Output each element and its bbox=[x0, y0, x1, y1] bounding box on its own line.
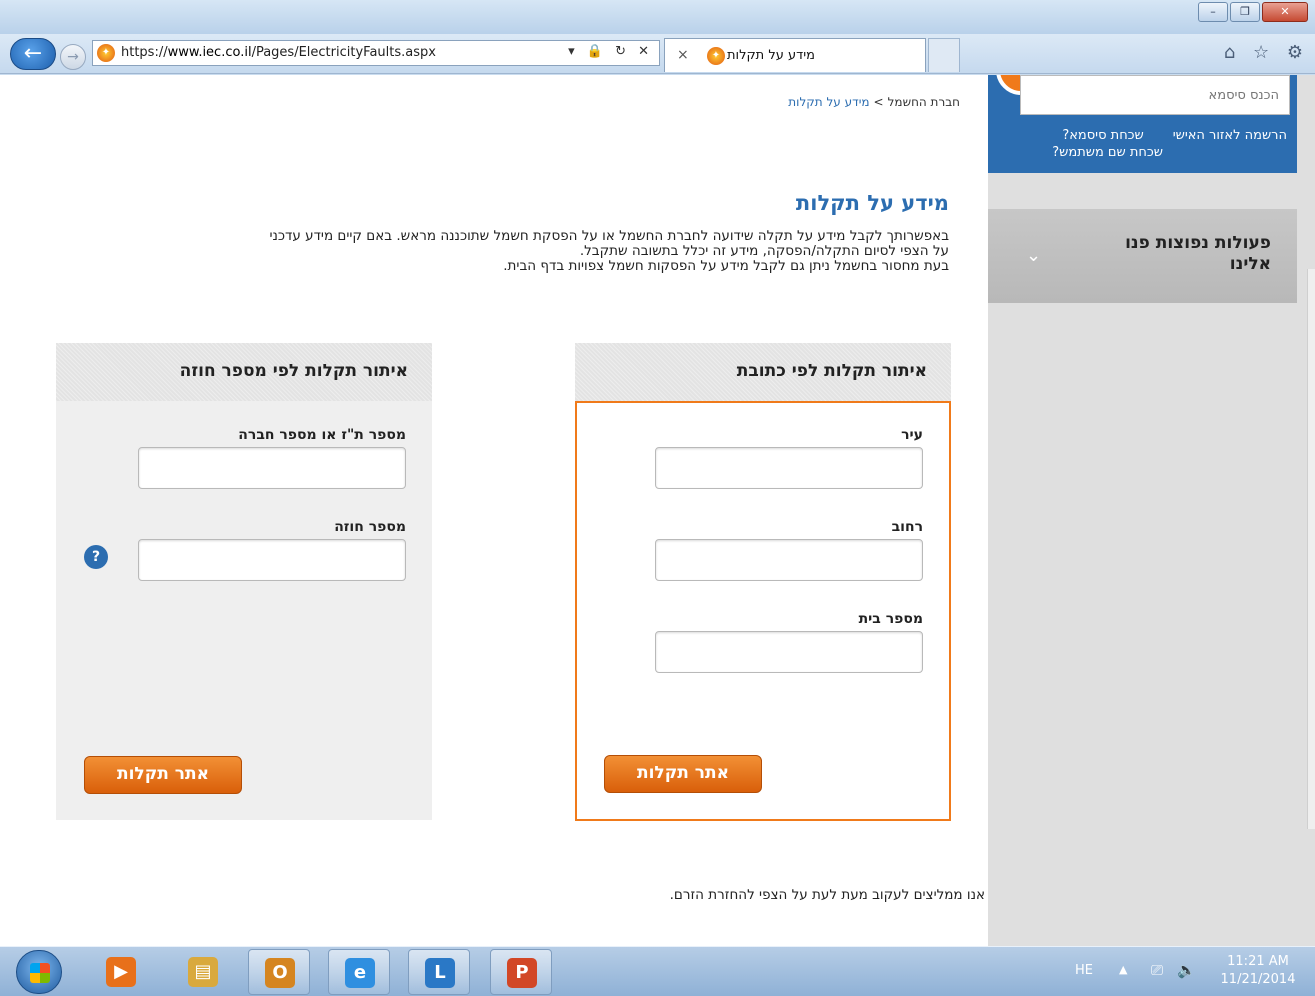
tab-favicon-icon: ✦ bbox=[707, 47, 725, 65]
lync-icon: L bbox=[425, 958, 455, 988]
register-link[interactable]: הרשמה לאזור האישי bbox=[1173, 128, 1287, 143]
taskbar-app-button[interactable]: ▤ bbox=[172, 949, 234, 995]
common-actions-panel[interactable]: פעולות נפוצות פנו אלינו ⌄ bbox=[988, 209, 1297, 303]
window-title-bar: – ❐ ✕ bbox=[0, 0, 1315, 34]
start-button[interactable] bbox=[16, 950, 62, 994]
new-tab-button[interactable] bbox=[928, 38, 960, 72]
house-number-input[interactable] bbox=[655, 631, 923, 673]
common-actions-title: פעולות נפוצות פנו אלינו bbox=[1125, 233, 1271, 274]
city-label: עיר bbox=[901, 427, 923, 443]
internet-explorer-icon: e bbox=[345, 958, 375, 988]
language-indicator[interactable]: HE bbox=[1075, 963, 1093, 978]
volume-icon[interactable]: 🔈 bbox=[1177, 961, 1196, 979]
address-url[interactable]: https://www.iec.co.il/Pages/ElectricityF… bbox=[121, 45, 436, 60]
contract-number-input[interactable] bbox=[138, 539, 406, 581]
find-faults-by-contract-button[interactable]: אתר תקלות bbox=[84, 756, 242, 794]
url-path: /Pages/ElectricityFaults.aspx bbox=[251, 45, 436, 60]
intro-line: באפשרותך לקבל מידע על תקלה שידועה לחברת … bbox=[269, 228, 949, 244]
tab-title: מידע על תקלות bbox=[726, 48, 815, 63]
taskbar-app-button[interactable]: O bbox=[248, 949, 310, 995]
url-domain: www.iec.co.il bbox=[167, 45, 252, 60]
password-input[interactable] bbox=[1020, 75, 1290, 115]
outlook-icon: O bbox=[265, 958, 295, 988]
help-icon[interactable]: ? bbox=[84, 545, 108, 569]
breadcrumb: חברת החשמל > מידע על תקלות bbox=[788, 95, 960, 109]
contract-search-panel: איתור תקלות לפי מספר חוזה מספר ת"ז או מס… bbox=[56, 343, 432, 820]
powerpoint-icon: P bbox=[507, 958, 537, 988]
address-bar[interactable]: ✦ https://www.iec.co.il/Pages/Electricit… bbox=[92, 40, 660, 66]
minimize-button[interactable]: – bbox=[1198, 2, 1228, 22]
address-search-panel: איתור תקלות לפי כתובת עיר רחוב מספר בית … bbox=[575, 343, 951, 823]
tab-close-icon[interactable]: × bbox=[677, 47, 689, 63]
browser-tab[interactable]: ✦ מידע על תקלות × bbox=[664, 38, 926, 72]
page-title: מידע על תקלות bbox=[795, 191, 949, 215]
contract-search-title: איתור תקלות לפי מספר חוזה bbox=[56, 343, 432, 401]
breadcrumb-separator: > bbox=[873, 95, 884, 109]
browser-navigation-bar: ← → ✦ https://www.iec.co.il/Pages/Electr… bbox=[0, 34, 1315, 74]
contract-number-label: מספר חוזה bbox=[334, 519, 406, 535]
taskbar-app-button[interactable]: e bbox=[328, 949, 390, 995]
clock-date: 11/21/2014 bbox=[1220, 972, 1296, 987]
scrollbar[interactable] bbox=[1307, 269, 1315, 829]
taskbar-app-button[interactable]: ▶ bbox=[90, 949, 152, 995]
url-scheme: https:// bbox=[121, 45, 168, 60]
address-search-form: עיר רחוב מספר בית אתר תקלות bbox=[575, 401, 951, 821]
login-links: הרשמה לאזור האישי שכחת סיסמא? שכחת שם מש… bbox=[1052, 127, 1287, 161]
id-number-input[interactable] bbox=[138, 447, 406, 489]
windows-logo-icon bbox=[30, 963, 50, 983]
taskbar-app-button[interactable]: L bbox=[408, 949, 470, 995]
show-hidden-icons-icon[interactable]: ▲ bbox=[1119, 963, 1127, 976]
intro-line: על הצפי לסיום התקלה/הפסקה, מידע זה יכלל … bbox=[579, 243, 949, 259]
network-icon[interactable]: ⎚ bbox=[1151, 961, 1163, 979]
id-number-label: מספר ת"ז או מספר חברה bbox=[238, 427, 406, 443]
intro-text: באפשרותך לקבל מידע על תקלה שידועה לחברת … bbox=[79, 229, 949, 274]
address-search-title: איתור תקלות לפי כתובת bbox=[575, 343, 951, 401]
clock[interactable]: 11:21 AM 11/21/2014 bbox=[1213, 953, 1303, 989]
forward-button[interactable]: → bbox=[60, 44, 86, 70]
system-tray: HE ▲ ⎚ 🔈 11:21 AM 11/21/2014 bbox=[1073, 951, 1303, 993]
taskbar: ▶ ▤ Oe L P HE ▲ ⎚ 🔈 11:21 AM 11/21/2014 bbox=[0, 946, 1315, 996]
chevron-down-icon[interactable]: ⌄ bbox=[1026, 245, 1041, 266]
media-player-icon: ▶ bbox=[106, 957, 136, 987]
forgot-password-link[interactable]: שכחת סיסמא? bbox=[1062, 128, 1143, 143]
back-button[interactable]: ← bbox=[10, 38, 56, 70]
intro-line: בעת מחסור בחשמל ניתן גם לקבל מידע על הפס… bbox=[503, 258, 949, 274]
login-box: הרשמה לאזור האישי שכחת סיסמא? שכחת שם מש… bbox=[988, 75, 1297, 173]
street-input[interactable] bbox=[655, 539, 923, 581]
breadcrumb-current[interactable]: מידע על תקלות bbox=[788, 95, 869, 109]
toolbar-icons[interactable]: ⌂ ☆ ⚙ bbox=[1224, 42, 1309, 63]
forgot-username-link[interactable]: שכחת שם משתמש? bbox=[1052, 145, 1163, 160]
breadcrumb-home[interactable]: חברת החשמל bbox=[888, 95, 960, 109]
close-window-button[interactable]: ✕ bbox=[1262, 2, 1308, 22]
file-explorer-icon: ▤ bbox=[188, 957, 218, 987]
street-label: רחוב bbox=[891, 519, 923, 535]
city-input[interactable] bbox=[655, 447, 923, 489]
restore-button[interactable]: ❐ bbox=[1230, 2, 1260, 22]
find-faults-by-address-button[interactable]: אתר תקלות bbox=[604, 755, 762, 793]
address-controls[interactable]: ▾ 🔒 ↻ ✕ bbox=[568, 44, 653, 59]
house-number-label: מספר בית bbox=[858, 611, 923, 627]
taskbar-app-button[interactable]: P bbox=[490, 949, 552, 995]
sidebar: הרשמה לאזור האישי שכחת סיסמא? שכחת שם מש… bbox=[988, 75, 1315, 946]
page-content: הרשמה לאזור האישי שכחת סיסמא? שכחת שם מש… bbox=[0, 75, 1315, 946]
clock-time: 11:21 AM bbox=[1227, 954, 1289, 969]
recommendation-text: אנו ממליצים לעקוב מעת לעת על הצפי להחזרת… bbox=[669, 887, 985, 903]
iec-logo-icon: ✦ bbox=[97, 44, 115, 62]
